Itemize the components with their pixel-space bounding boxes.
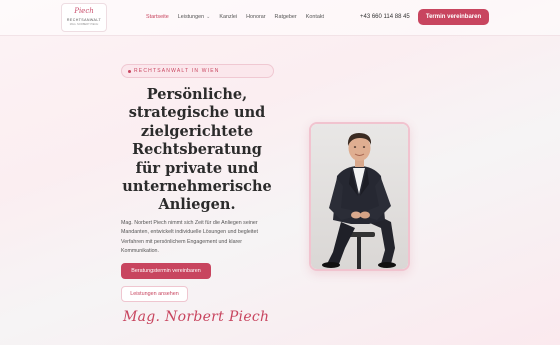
services-button[interactable]: Leistungen ansehen <box>121 286 188 302</box>
consultation-button[interactable]: Beratungstermin vereinbaren <box>121 263 211 279</box>
hero-intro: Mag. Norbert Piech nimmt sich Zeit für d… <box>121 220 258 254</box>
nav-item-startseite[interactable]: Startseite <box>146 13 169 23</box>
portrait-photo <box>311 124 408 269</box>
badge-label: RECHTSANWALT IN WIEN <box>134 68 220 74</box>
nav-item-leistungen[interactable]: Leistungen ⌄ <box>178 13 211 23</box>
header-appointment-button[interactable]: Termin vereinbaren <box>418 9 489 25</box>
chevron-down-icon: ⌄ <box>206 14 211 20</box>
main-nav: Startseite Leistungen ⌄ Kanzlei Honorar R… <box>146 13 324 23</box>
signature: Mag. Norbert Piech <box>123 309 270 325</box>
badge-dot-icon <box>128 70 131 73</box>
logo-script: Piech <box>74 7 94 15</box>
phone-link[interactable]: +43 660 114 88 45 <box>360 13 410 22</box>
hero-badge: RECHTSANWALT IN WIEN <box>121 64 274 78</box>
logo-subline: MAG. NORBERT PIECH <box>69 23 99 26</box>
hero-headline: Persönliche, strategische und zielgerich… <box>122 86 272 214</box>
nav-item-label: Leistungen <box>177 14 205 20</box>
portrait-card <box>309 122 410 271</box>
nav-item-ratgeber[interactable]: Ratgeber <box>275 13 297 23</box>
nav-item-kontakt[interactable]: Kontakt <box>306 13 324 23</box>
site-header: Piech RECHTSANWALT MAG. NORBERT PIECH St… <box>0 0 560 36</box>
nav-item-honorar[interactable]: Honorar <box>246 13 265 23</box>
logo[interactable]: Piech RECHTSANWALT MAG. NORBERT PIECH <box>61 3 107 32</box>
nav-item-kanzlei[interactable]: Kanzlei <box>219 13 237 23</box>
